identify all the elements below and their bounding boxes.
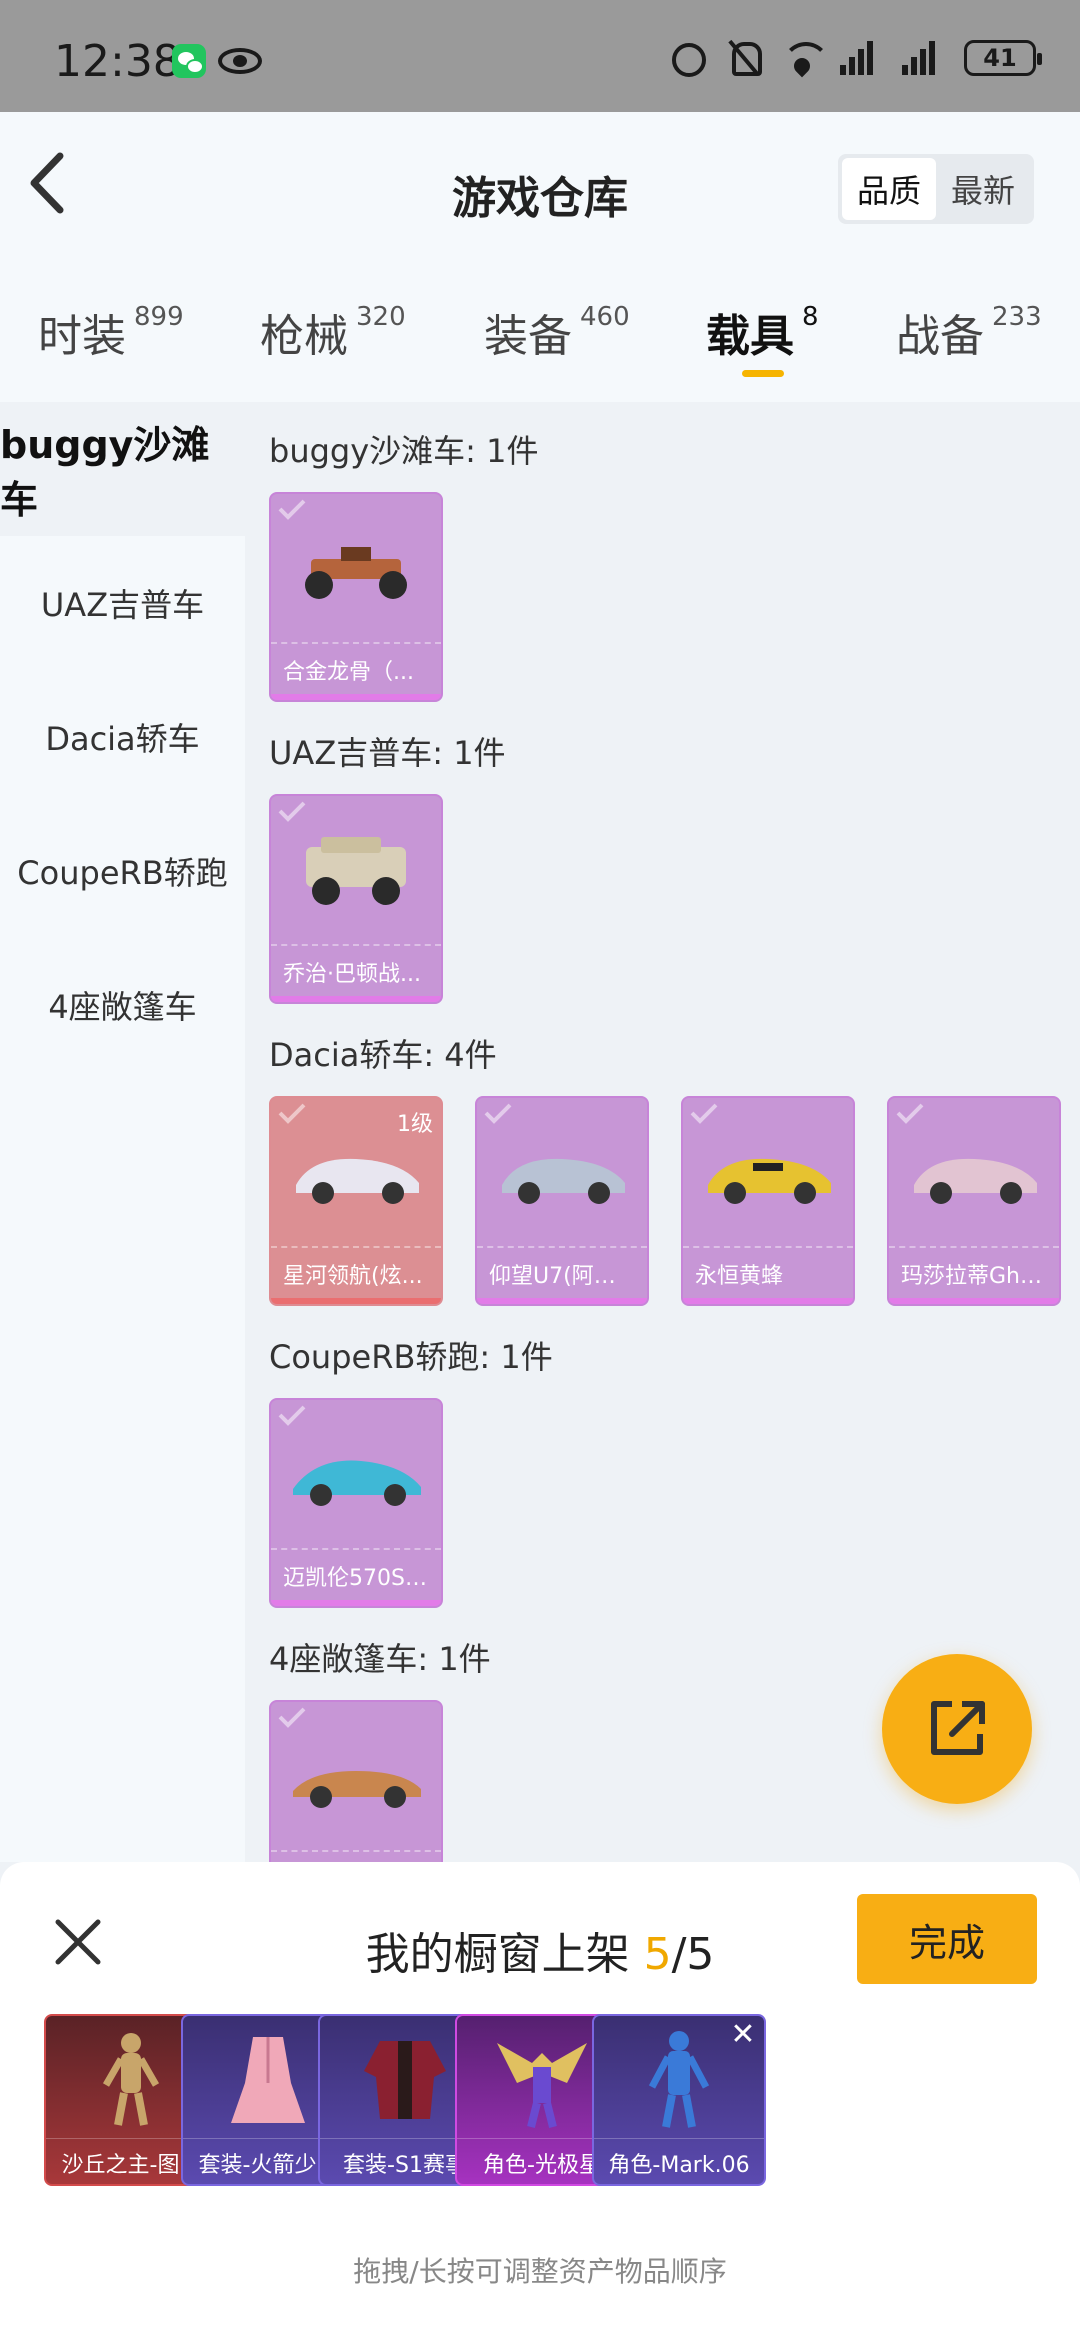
sidebar-item-buggy[interactable]: buggy沙滩车 xyxy=(0,402,245,536)
showcase-panel: 我的橱窗上架 5/5 完成 ✕ 沙丘之主-图... ✕ 套装-火箭少... ✕ … xyxy=(0,1862,1080,2331)
mute-icon xyxy=(724,38,764,78)
rarity-bar xyxy=(271,996,441,1002)
showcase-item[interactable]: ✕ 角色-Mark.06 xyxy=(592,2014,766,2186)
vehicle-card[interactable]: 乔治·巴顿战... xyxy=(269,794,443,1004)
vehicle-card[interactable] xyxy=(269,1700,443,1862)
status-time: 12:38 xyxy=(54,36,181,87)
tab-guns[interactable]: 枪械 320 xyxy=(260,300,406,364)
check-icon xyxy=(278,1707,306,1728)
tab-label: 枪械 xyxy=(260,311,348,362)
reorder-hint: 拖拽/长按可调整资产物品顺序 xyxy=(353,2255,727,2288)
active-tab-indicator xyxy=(742,370,784,377)
tab-count: 8 xyxy=(802,302,819,332)
vehicle-card[interactable]: 合金龙骨（... xyxy=(269,492,443,702)
rarity-bar xyxy=(477,1298,647,1304)
showcase-count-total: 5 xyxy=(686,1929,715,1980)
sidebar-item-coupe[interactable]: CoupeRB轿跑 xyxy=(0,804,245,938)
section-title: UAZ吉普车: 1件 xyxy=(269,734,506,772)
vehicle-name: 玛莎拉蒂Ghi... xyxy=(889,1246,1059,1298)
signal-icon xyxy=(902,41,946,75)
vehicle-name xyxy=(271,1850,441,1862)
sidebar-item-convertible[interactable]: 4座敞篷车 xyxy=(0,938,245,1072)
sidebar-item-dacia[interactable]: Dacia轿车 xyxy=(0,670,245,804)
vehicle-card[interactable]: 玛莎拉蒂Ghi... xyxy=(887,1096,1061,1306)
tab-label: 战备 xyxy=(896,311,984,362)
signal-icon xyxy=(840,41,884,75)
vehicle-card[interactable]: 1级 星河领航(炫... xyxy=(269,1096,443,1306)
vehicle-name: 乔治·巴顿战... xyxy=(271,944,441,996)
share-button[interactable] xyxy=(882,1654,1032,1804)
check-icon xyxy=(484,1103,512,1124)
showcase-item-name: 角色-Mark.06 xyxy=(594,2138,764,2184)
tab-count: 899 xyxy=(134,302,184,332)
tab-label: 时装 xyxy=(38,311,126,362)
check-icon xyxy=(690,1103,718,1124)
tab-label: 载具 xyxy=(706,311,794,362)
section-title: 4座敞篷车: 1件 xyxy=(269,1640,491,1678)
tab-count: 233 xyxy=(992,302,1042,332)
vehicle-name: 星河领航(炫... xyxy=(271,1246,441,1298)
check-icon xyxy=(278,1103,306,1124)
header: 游戏仓库 品质 最新 xyxy=(0,112,1080,270)
wechat-icon xyxy=(172,44,206,78)
level-badge: 1级 xyxy=(397,1112,433,1137)
section-title: buggy沙滩车: 1件 xyxy=(269,432,539,470)
tab-count: 460 xyxy=(580,302,630,332)
vehicle-name: 仰望U7(阿盖... xyxy=(477,1246,647,1298)
vehicle-name: 合金龙骨（... xyxy=(271,642,441,694)
vehicle-type-sidebar: buggy沙滩车 UAZ吉普车 Dacia轿车 CoupeRB轿跑 4座敞篷车 xyxy=(0,402,245,1862)
tab-equipment[interactable]: 装备 460 xyxy=(484,300,630,364)
section-title: Dacia轿车: 4件 xyxy=(269,1036,497,1074)
vehicle-name: 迈凯伦570S(... xyxy=(271,1548,441,1600)
external-link-icon xyxy=(931,1701,985,1755)
tab-fashion[interactable]: 时装 899 xyxy=(38,300,184,364)
eye-icon xyxy=(218,48,262,74)
rarity-bar xyxy=(271,1600,441,1606)
rarity-bar xyxy=(683,1298,853,1304)
check-icon xyxy=(278,499,306,520)
showcase-items: ✕ 沙丘之主-图... ✕ 套装-火箭少... ✕ 套装-S1赛事 ✕ 角色-光… xyxy=(44,2014,1044,2186)
showcase-count-separator: / xyxy=(671,1929,687,1980)
vehicle-card[interactable]: 迈凯伦570S(... xyxy=(269,1398,443,1608)
tab-supplies[interactable]: 战备 233 xyxy=(896,300,1042,364)
alarm-icon xyxy=(672,43,706,77)
done-button[interactable]: 完成 xyxy=(857,1894,1037,1984)
section-title: CoupeRB轿跑: 1件 xyxy=(269,1338,553,1376)
category-tabs: 时装 899 枪械 320 装备 460 载具 8 战备 233 xyxy=(0,270,1080,402)
sort-toggle: 品质 最新 xyxy=(838,154,1034,224)
showcase-count-current: 5 xyxy=(643,1929,672,1980)
rarity-bar xyxy=(271,694,441,700)
wifi-icon xyxy=(782,38,830,78)
check-icon xyxy=(896,1103,924,1124)
tab-vehicles[interactable]: 载具 8 xyxy=(706,300,819,364)
sidebar-item-uaz[interactable]: UAZ吉普车 xyxy=(0,536,245,670)
check-icon xyxy=(278,801,306,822)
vehicle-card[interactable]: 永恒黄蜂 xyxy=(681,1096,855,1306)
vehicle-list: buggy沙滩车: 1件 合金龙骨（... UAZ吉普车: 1件 乔治·巴顿战.… xyxy=(245,402,1080,1862)
remove-item-button[interactable]: ✕ xyxy=(726,2018,760,2052)
vehicle-card[interactable]: 仰望U7(阿盖... xyxy=(475,1096,649,1306)
rarity-bar xyxy=(889,1298,1059,1304)
vehicle-name: 永恒黄蜂 xyxy=(683,1246,853,1298)
showcase-title-text: 我的橱窗上架 xyxy=(365,1929,644,1980)
sort-option-newest[interactable]: 最新 xyxy=(936,158,1030,220)
rarity-bar xyxy=(271,1298,441,1304)
status-bar: 12:38 41 xyxy=(0,0,1080,112)
tab-count: 320 xyxy=(356,302,406,332)
sort-option-quality[interactable]: 品质 xyxy=(842,158,936,220)
status-icons: 41 xyxy=(672,38,1042,78)
tab-label: 装备 xyxy=(484,311,572,362)
check-icon xyxy=(278,1405,306,1426)
battery-icon: 41 xyxy=(964,40,1042,76)
